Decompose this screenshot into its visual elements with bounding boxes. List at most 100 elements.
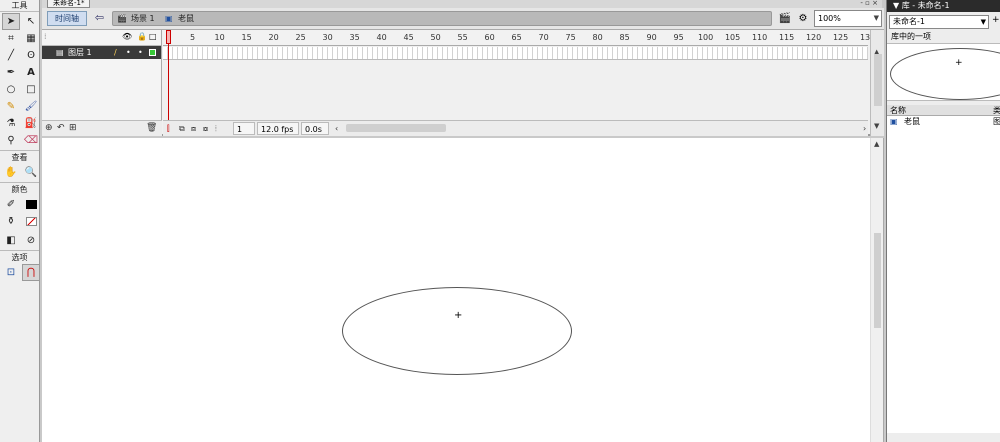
grip-icon: ⁞ [44,32,47,41]
snap-object-icon[interactable]: ⊡ [2,264,20,281]
timeline-vscroll-thumb[interactable] [874,54,882,106]
ruler-tick-label: 5 [190,33,196,42]
preview-ellipse [890,48,1000,100]
pencil-icon[interactable]: ✎ [2,98,20,115]
ruler-tick-label: 75 [565,33,576,42]
ruler-tick-label: 100 [697,33,714,42]
registration-point-icon: + [454,310,463,321]
hand-icon[interactable]: ✋ [2,164,20,181]
fill-color-swatch[interactable] [22,213,40,230]
text-icon[interactable]: A [22,64,40,81]
black-white-icon[interactable]: ◧ [2,232,20,249]
paint-bucket-icon[interactable]: ⛽ [22,115,40,132]
rectangle-icon[interactable]: □ [22,81,40,98]
ruler-tick-label: 25 [295,33,306,42]
ruler-tick-label: 20 [268,33,279,42]
edit-symbols-icon[interactable]: ⚙ [795,11,811,26]
scroll-right-icon[interactable]: › [863,122,866,135]
ink-bottle-icon[interactable]: ⚗ [2,115,20,132]
visibility-dot[interactable]: • [126,46,131,59]
ruler-tick-label: 120 [805,33,822,42]
frame-rate[interactable]: 12.0 fps [257,122,299,135]
current-frame: 1 [233,122,255,135]
ruler-tick-label: 10 [214,33,225,42]
pen-icon[interactable]: ✒ [2,64,20,81]
layers-footer: ⊕ ↶ ⊞ 🗑 [42,120,162,136]
insert-layer-icon[interactable]: ⊕ [45,123,53,133]
breadcrumb-symbol[interactable]: 老鼠 [178,13,194,25]
scroll-down-icon[interactable]: ▼ [874,122,879,130]
symbol-icon: ▣ [165,14,173,23]
insert-folder-icon[interactable]: ⊞ [69,123,77,133]
window-controls[interactable]: - ▫ × [860,0,878,7]
layer-row[interactable]: ▤ 图层 1 / • • [42,46,161,59]
breadcrumb-scene[interactable]: 场景 1 [131,13,155,25]
eraser-icon[interactable]: ⌫ [22,132,40,149]
fill-color-icon[interactable]: ⚱ [2,213,20,230]
oval-icon[interactable]: ○ [2,81,20,98]
ruler-tick-label: 110 [751,33,768,42]
timeline-hscroll-thumb[interactable] [346,124,446,132]
stroke-color-icon[interactable]: ✐ [2,196,20,213]
timeline-toggle-button[interactable]: 时间轴 [47,11,87,26]
library-title[interactable]: ▼ 库 - 未命名-1 [887,0,1000,12]
ellipse-shape[interactable] [342,287,572,375]
onion-markers-icon[interactable]: ⦙ [215,122,217,135]
scroll-left-icon[interactable]: ‹ [335,122,338,135]
tools-title: 工具 [0,0,39,12]
stage[interactable]: + ▲ [42,138,884,442]
no-color-icon[interactable]: ⊘ [22,232,40,249]
eyedropper-icon[interactable]: ⚲ [2,132,20,149]
timeline-panel: ⁞ 👁 🔒 □ ▤ 图层 1 / • • ⊕ ↶ ⊞ 🗑 15101520253 [42,30,884,136]
scroll-up-icon[interactable]: ▲ [874,140,879,148]
lock-icon[interactable]: 🔒 [137,32,147,41]
magnet-icon[interactable]: ⋂ [22,264,40,281]
document-tab[interactable]: 未命名-1* [47,0,91,8]
color-label: 颜色 [0,182,39,195]
brush-icon[interactable]: 🖌 [22,98,40,115]
center-frame-icon[interactable]: ⫿ [167,122,170,135]
frames-area: 1510152025303540455055606570758085909510… [163,30,875,136]
zoom-value: 100% [818,14,841,23]
ruler-tick-label: 115 [778,33,795,42]
lasso-icon[interactable]: ʘ [22,47,40,64]
gradient-transform-icon[interactable]: ▦ [22,30,40,47]
edit-multiple-icon[interactable]: ⧇ [203,122,208,135]
edit-scene-icon[interactable]: 🎬 [777,11,793,26]
onion-outline-icon[interactable]: ⧈ [191,122,196,135]
outline-icon[interactable]: □ [149,32,157,41]
line-icon[interactable]: ╱ [2,47,20,64]
onion-skin-icon[interactable]: ⧉ [179,122,185,135]
layer-color-swatch[interactable] [149,49,156,56]
ruler-tick-label: 35 [349,33,360,42]
frame-row[interactable] [163,47,868,60]
library-document-value: 未命名-1 [893,17,925,26]
zoom-select[interactable]: 100% ▼ [814,10,882,27]
library-item[interactable]: ▣ 老鼠 图 [887,116,1000,128]
selection-arrow-icon[interactable]: ➤ [2,13,20,30]
library-document-select[interactable]: 未命名-1 ▼ [889,15,989,29]
eye-icon[interactable]: 👁 [122,32,132,41]
free-transform-icon[interactable]: ⌗ [2,30,20,47]
library-item-name: 老鼠 [904,117,920,126]
graphic-symbol-icon: ▣ [890,117,898,126]
ruler-tick-label: 105 [724,33,741,42]
lock-dot[interactable]: • [138,46,143,59]
ruler-tick-label: 50 [430,33,441,42]
frame-ruler[interactable]: 1510152025303540455055606570758085909510… [163,30,875,46]
zoom-icon[interactable]: 🔍 [22,164,40,181]
column-name[interactable]: 名称 [890,105,906,116]
ruler-tick-label: 70 [538,33,549,42]
stage-vscroll[interactable]: ▲ [870,138,883,442]
ruler-tick-label: 55 [457,33,468,42]
pin-icon[interactable]: + [992,15,1000,25]
add-guide-icon[interactable]: ↶ [57,123,65,133]
stage-vscroll-thumb[interactable] [874,233,881,328]
trash-icon[interactable]: 🗑 [146,123,157,133]
timeline-vscroll[interactable]: ▲ ▼ [870,30,884,136]
back-arrow-icon[interactable]: ⇦ [92,11,107,26]
column-kind[interactable]: 类 [993,105,1000,116]
subselection-icon[interactable]: ↖ [22,13,40,30]
view-label: 查看 [0,150,39,163]
stroke-color-swatch[interactable] [22,196,40,213]
